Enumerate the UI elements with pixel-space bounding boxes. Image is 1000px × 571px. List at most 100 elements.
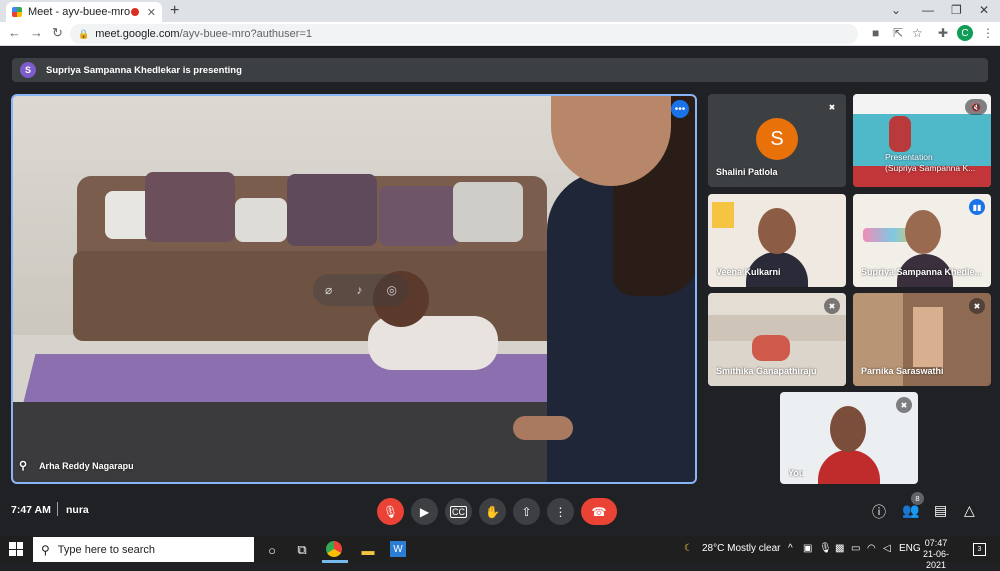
volume-off-icon: 🔇 — [965, 99, 987, 115]
presentation-owner: (Supriya Sampanna K... — [885, 163, 976, 173]
wall-decoration — [712, 202, 734, 228]
tile-hover-controls: ⌀ ♪ ◎ — [313, 274, 409, 306]
main-tile-label: ⚲ Arha Reddy Nagarapu — [19, 459, 134, 472]
video-cushion — [453, 182, 523, 242]
participant-name: You — [788, 468, 805, 478]
tab-search-icon[interactable]: ⌄ — [891, 3, 901, 17]
background-door — [913, 307, 943, 367]
weather-text[interactable]: 28°C Mostly clear — [702, 543, 780, 554]
self-view-tile[interactable]: ✖ You — [780, 392, 918, 484]
taskbar-search[interactable]: ⚲ Type here to search — [33, 537, 254, 562]
chat-icon[interactable]: ▤ — [934, 502, 947, 519]
meeting-details-icon[interactable]: ⓘ — [872, 502, 886, 522]
camera-in-use-icon[interactable]: ■ — [872, 26, 879, 40]
address-bar[interactable]: 🔒 meet.google.com/ayv-buee-mro?authuser=… — [70, 24, 858, 44]
activities-icon[interactable]: △ — [964, 502, 975, 519]
video-person-hand — [513, 416, 573, 440]
back-button[interactable]: ← — [8, 25, 21, 40]
video-cushion — [235, 198, 287, 242]
mic-off-icon: ✖ — [896, 397, 912, 413]
menu-kebab-icon[interactable]: ⋮ — [982, 26, 994, 40]
presentation-figure — [889, 116, 911, 152]
participant-tile[interactable]: ✖ Smithika Ganapathiraju — [708, 293, 846, 386]
bookmark-star-icon[interactable]: ☆ — [912, 26, 923, 40]
mic-off-icon: 🎙 — [382, 504, 399, 519]
meeting-code: nura — [66, 504, 89, 516]
presentation-title: Presentation — [885, 152, 933, 162]
end-call-icon: ☎ — [591, 504, 607, 519]
tray-overflow-icon[interactable]: ^ — [788, 543, 793, 554]
meet-favicon-icon — [12, 7, 22, 17]
main-tile-name: Arha Reddy Nagarapu — [39, 460, 134, 471]
more-vert-icon: ⋮ — [554, 504, 567, 519]
presentation-tile[interactable]: 🔇 Presentation (Supriya Sampanna K... — [853, 94, 991, 187]
taskbar-clock[interactable]: 07:47 21-06-2021 — [916, 538, 956, 571]
word-app-icon[interactable]: W — [390, 541, 406, 557]
tray-mic-icon[interactable]: 🎙 — [819, 543, 832, 554]
share-icon[interactable]: ⇱ — [893, 26, 903, 40]
forward-button[interactable]: → — [30, 25, 43, 40]
people-count-badge: 8 — [911, 492, 924, 505]
tab-title: Meet - ayv-buee-mro — [28, 6, 131, 18]
more-options-icon[interactable]: ••• — [671, 100, 689, 118]
battery-icon[interactable]: ▭ — [851, 543, 860, 554]
mic-off-icon: ✖ — [828, 102, 836, 112]
video-cushion — [379, 186, 459, 246]
network-icon[interactable]: ◠ — [867, 543, 876, 554]
profile-avatar[interactable]: C — [957, 25, 973, 41]
presenting-text: Supriya Sampanna Khedlekar is presenting — [46, 64, 242, 76]
participant-tile[interactable]: S ✖ Shalini Patlola — [708, 94, 846, 187]
chrome-app-icon[interactable] — [326, 541, 342, 557]
presenting-banner: S Supriya Sampanna Khedlekar is presenti… — [12, 58, 988, 82]
search-placeholder: Type here to search — [57, 543, 156, 556]
maximize-button[interactable]: ❐ — [951, 3, 962, 17]
captions-button[interactable]: CC — [445, 498, 472, 525]
minimize-button[interactable]: — — [922, 3, 934, 17]
lock-icon: 🔒 — [78, 28, 90, 39]
leave-call-button[interactable]: ☎ — [581, 498, 617, 525]
mute-participant-icon[interactable]: ⌀ — [325, 283, 332, 297]
tray-camera-icon[interactable]: ▩ — [835, 543, 844, 554]
meeting-clock: 7:47 AM — [11, 504, 51, 516]
participant-tile[interactable]: ✖ Parnika Saraswathi — [853, 293, 991, 386]
more-options-button[interactable]: ⋮ — [547, 498, 574, 525]
weather-moon-icon[interactable]: ☾ — [684, 543, 693, 554]
participant-name: Supriya Sampanna Khedle... — [861, 267, 983, 277]
mic-off-icon: ✖ — [969, 298, 985, 314]
close-window-button[interactable]: ✕ — [979, 3, 989, 17]
meet-area: S Supriya Sampanna Khedlekar is presenti… — [0, 46, 1000, 536]
participant-name: Veena Kulkarni — [716, 267, 781, 277]
video-cushion — [145, 172, 235, 242]
windows-taskbar: ⚲ Type here to search ○ ⧉ ▬ W ☾ 28°C Mos… — [0, 536, 1000, 570]
toggle-camera-button[interactable]: ▶ — [411, 498, 438, 525]
participant-name: Shalini Patlola — [716, 167, 778, 177]
tray-app-icon[interactable]: ▣ — [803, 543, 812, 554]
participant-tile[interactable]: ▮▮ Supriya Sampanna Khedle... — [853, 194, 991, 287]
participant-face — [905, 210, 941, 254]
browser-tab[interactable]: Meet - ayv-buee-mro ✕ — [6, 2, 162, 22]
cortana-icon[interactable]: ○ — [262, 540, 282, 560]
mic-icon[interactable]: ♪ — [356, 283, 362, 297]
extensions-icon[interactable]: ✚ — [938, 26, 948, 40]
participant-shirt — [818, 450, 880, 484]
task-view-icon[interactable]: ⧉ — [292, 540, 312, 560]
start-windows-icon[interactable] — [9, 542, 23, 556]
url-path: /ayv-buee-mro?authuser=1 — [179, 28, 312, 40]
close-tab-icon[interactable]: ✕ — [147, 6, 156, 19]
toggle-mic-button[interactable]: 🎙 — [377, 498, 404, 525]
reload-button[interactable]: ↻ — [52, 25, 63, 41]
taskbar-time: 07:47 — [924, 538, 948, 548]
pin-tile-icon[interactable]: ◎ — [386, 283, 396, 297]
raise-hand-button[interactable]: ✋ — [479, 498, 506, 525]
participant-tile[interactable]: Veena Kulkarni — [708, 194, 846, 287]
participant-face — [830, 406, 866, 452]
divider — [57, 502, 58, 516]
file-explorer-icon[interactable]: ▬ — [358, 540, 378, 560]
pin-icon: ⚲ — [19, 460, 28, 472]
new-tab-button[interactable]: + — [170, 2, 179, 20]
volume-icon[interactable]: ◁ — [883, 543, 891, 554]
present-now-button[interactable]: ⇧ — [513, 498, 540, 525]
presenter-avatar: S — [20, 62, 36, 78]
notification-center-icon[interactable]: 3 — [973, 543, 986, 556]
main-video-tile[interactable]: ••• ⌀ ♪ ◎ ⚲ Arha Reddy Nagarapu — [11, 94, 697, 484]
